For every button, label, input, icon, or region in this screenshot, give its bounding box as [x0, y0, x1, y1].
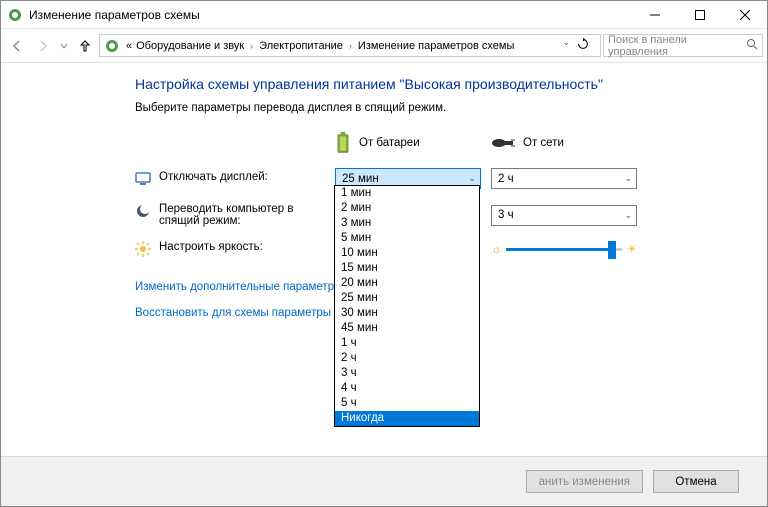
- page-title: Настройка схемы управления питанием "Выс…: [135, 76, 767, 92]
- breadcrumb-current[interactable]: Изменение параметров схемы: [356, 40, 516, 52]
- monitor-icon: [135, 171, 151, 187]
- recent-dropdown[interactable]: [57, 34, 71, 58]
- slider-track[interactable]: [506, 248, 622, 251]
- breadcrumb-prefix[interactable]: «: [124, 40, 134, 52]
- chevron-right-icon: ›: [345, 41, 356, 51]
- plug-icon: [491, 135, 515, 151]
- breadcrumb[interactable]: « Оборудование и звук › Электропитание ›…: [99, 34, 601, 57]
- cancel-button[interactable]: Отмена: [653, 470, 739, 493]
- minimize-button[interactable]: [632, 1, 677, 29]
- brightness-high-icon: ☀: [626, 242, 637, 256]
- dropdown-option[interactable]: 30 мин: [335, 306, 479, 321]
- breadcrumb-icon: [104, 38, 120, 54]
- maximize-button[interactable]: [677, 1, 722, 29]
- moon-icon: [135, 203, 151, 219]
- display-plugged-value: 2 ч: [498, 173, 514, 185]
- navbar: « Оборудование и звук › Электропитание ›…: [1, 29, 767, 63]
- close-button[interactable]: [722, 1, 767, 29]
- search-input[interactable]: Поиск в панели управления: [603, 34, 763, 57]
- dropdown-option[interactable]: 3 мин: [335, 216, 479, 231]
- footer: анить изменения Отмена: [1, 456, 767, 506]
- col-plugged: От сети: [491, 132, 647, 154]
- titlebar: Изменение параметров схемы: [1, 1, 767, 29]
- chevron-down-icon: ⌄: [624, 210, 632, 221]
- dropdown-option[interactable]: 2 ч: [335, 351, 479, 366]
- dropdown-option[interactable]: 1 мин: [335, 186, 479, 201]
- up-button[interactable]: [73, 34, 97, 58]
- display-plugged-dropdown[interactable]: 2 ч ⌄: [491, 168, 637, 189]
- dropdown-option[interactable]: 45 мин: [335, 321, 479, 336]
- dropdown-options-list[interactable]: 1 мин2 мин3 мин5 мин10 мин15 мин20 мин25…: [334, 185, 480, 427]
- window: Изменение параметров схемы « Оборудовани…: [0, 0, 768, 507]
- app-icon: [7, 7, 23, 23]
- dropdown-option[interactable]: 10 мин: [335, 246, 479, 261]
- row-brightness-label: Настроить яркость:: [159, 241, 263, 253]
- search-placeholder: Поиск в панели управления: [608, 34, 746, 58]
- column-headers: От батареи От сети: [135, 132, 767, 154]
- sleep-plugged-value: 3 ч: [498, 209, 514, 221]
- dropdown-option[interactable]: 15 мин: [335, 261, 479, 276]
- col-battery-label: От батареи: [359, 137, 420, 149]
- dropdown-option[interactable]: 2 мин: [335, 201, 479, 216]
- back-button[interactable]: [5, 34, 29, 58]
- dropdown-option[interactable]: 1 ч: [335, 336, 479, 351]
- col-plugged-label: От сети: [523, 137, 564, 149]
- chevron-right-icon: ›: [246, 41, 257, 51]
- brightness-plugged-slider[interactable]: ☼ ☀: [491, 242, 637, 256]
- refresh-icon[interactable]: [576, 37, 590, 54]
- search-icon: [746, 38, 758, 53]
- slider-thumb[interactable]: [608, 241, 616, 259]
- brightness-low-icon: ☼: [491, 242, 502, 256]
- page-subtitle: Выберите параметры перевода дисплея в сп…: [135, 102, 767, 114]
- row-sleep-label: Переводить компьютер в спящий режим:: [159, 203, 329, 227]
- breadcrumb-dropdown-icon[interactable]: ⌄: [562, 37, 570, 54]
- row-display-label: Отключать дисплей:: [159, 171, 268, 183]
- forward-button[interactable]: [31, 34, 55, 58]
- breadcrumb-hardware[interactable]: Оборудование и звук: [134, 40, 246, 52]
- breadcrumb-power[interactable]: Электропитание: [257, 40, 345, 52]
- dropdown-option[interactable]: 5 мин: [335, 231, 479, 246]
- dropdown-option[interactable]: Никогда: [335, 411, 479, 426]
- chevron-down-icon: ⌄: [468, 173, 476, 184]
- save-button[interactable]: анить изменения: [526, 470, 643, 493]
- dropdown-option[interactable]: 20 мин: [335, 276, 479, 291]
- dropdown-option[interactable]: 4 ч: [335, 381, 479, 396]
- dropdown-option[interactable]: 5 ч: [335, 396, 479, 411]
- sleep-plugged-dropdown[interactable]: 3 ч ⌄: [491, 205, 637, 226]
- display-battery-value: 25 мин: [342, 173, 379, 185]
- dropdown-option[interactable]: 25 мин: [335, 291, 479, 306]
- window-title: Изменение параметров схемы: [29, 8, 632, 22]
- chevron-down-icon: ⌄: [624, 173, 632, 184]
- battery-icon: [335, 132, 351, 154]
- sun-icon: [135, 241, 151, 257]
- col-battery: От батареи: [335, 132, 491, 154]
- dropdown-option[interactable]: 3 ч: [335, 366, 479, 381]
